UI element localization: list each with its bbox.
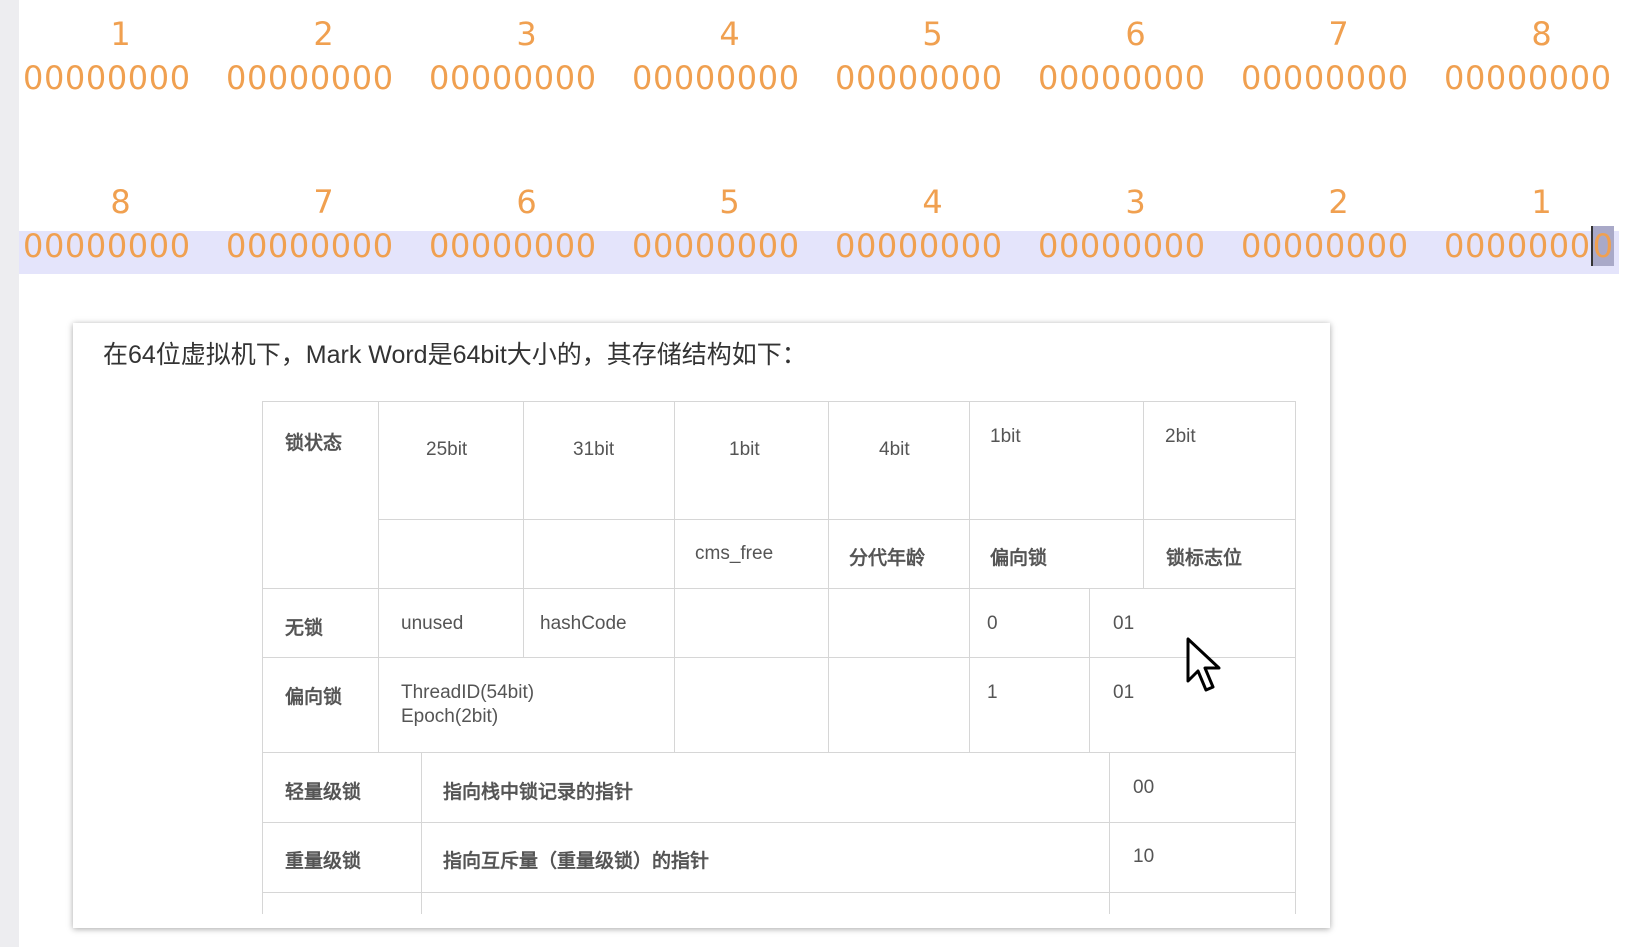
subheader-lock-flag: 锁标志位 — [1166, 548, 1243, 569]
byte-label: 5 — [922, 15, 943, 53]
byte-bits-last[interactable]: 00000000 — [1444, 226, 1614, 266]
row-no-lock-biased-bit: 0 — [987, 613, 998, 634]
subheader-biased: 偏向锁 — [990, 548, 1048, 569]
byte-label: 2 — [313, 15, 334, 53]
byte-label: 8 — [110, 183, 131, 221]
header-lock-state: 锁状态 — [285, 433, 343, 454]
byte-bits[interactable]: 00000000 — [835, 226, 1003, 266]
header-1bit-b: 1bit — [990, 426, 1021, 447]
table-rule — [263, 822, 1295, 823]
mouse-pointer-icon — [1186, 637, 1221, 692]
table-rule — [523, 402, 524, 657]
byte-label: 4 — [922, 183, 943, 221]
row-heavy-desc: 指向互斥量（重量级锁）的指针 — [443, 851, 710, 872]
row-light-desc: 指向栈中锁记录的指针 — [443, 782, 634, 803]
left-gutter — [0, 0, 19, 947]
row-biased-biased-bit: 1 — [987, 682, 998, 703]
byte-bits[interactable]: 00000000 — [23, 58, 191, 98]
mark-word-table: 锁状态 25bit 31bit 1bit 4bit 1bit 2bit cms_… — [262, 401, 1296, 914]
table-rule — [421, 752, 422, 914]
card-title: 在64位虚拟机下，Mark Word是64bit大小的，其存储结构如下： — [103, 341, 807, 369]
byte-bits[interactable]: 00000000 — [226, 226, 394, 266]
table-rule — [378, 402, 379, 752]
header-4bit: 4bit — [879, 439, 910, 460]
row-biased-flag: 01 — [1113, 682, 1135, 703]
table-rule — [263, 892, 1295, 893]
byte-label: 7 — [313, 183, 334, 221]
byte-label: 1 — [110, 15, 131, 53]
table-rule — [1089, 588, 1090, 752]
byte-label: 2 — [1328, 183, 1349, 221]
byte-bits-text[interactable]: 0000000 — [1444, 227, 1591, 265]
byte-label: 8 — [1531, 15, 1552, 53]
table-rule — [969, 402, 970, 752]
row-biased-name: 偏向锁 — [285, 687, 343, 708]
byte-label: 4 — [719, 15, 740, 53]
table-rule — [828, 402, 829, 752]
byte-bits[interactable]: 00000000 — [429, 58, 597, 98]
header-25bit: 25bit — [426, 439, 468, 460]
header-31bit: 31bit — [573, 439, 615, 460]
table-rule — [674, 402, 675, 752]
byte-bits[interactable]: 00000000 — [632, 226, 800, 266]
byte-bits[interactable]: 00000000 — [835, 58, 1003, 98]
byte-bits[interactable]: 00000000 — [1038, 58, 1206, 98]
byte-bits[interactable]: 00000000 — [1241, 58, 1409, 98]
byte-label: 6 — [1125, 15, 1146, 53]
row-no-lock-unused: unused — [401, 613, 464, 634]
byte-bits[interactable]: 00000000 — [226, 58, 394, 98]
row-biased-epoch: Epoch(2bit) — [401, 706, 499, 727]
byte-bits[interactable]: 00000000 — [23, 226, 191, 266]
byte-label: 6 — [516, 183, 537, 221]
byte-label: 3 — [516, 15, 537, 53]
byte-label: 5 — [719, 183, 740, 221]
row-no-lock-hashcode: hashCode — [540, 613, 627, 634]
byte-bits[interactable]: 00000000 — [632, 58, 800, 98]
subheader-cms-free: cms_free — [695, 543, 774, 564]
table-rule — [378, 519, 1295, 520]
table-rule — [263, 657, 1295, 658]
row-no-lock-flag: 01 — [1113, 613, 1135, 634]
byte-bits[interactable]: 00000000 — [1241, 226, 1409, 266]
byte-bits[interactable]: 00000000 — [429, 226, 597, 266]
byte-label: 1 — [1531, 183, 1552, 221]
table-rule — [263, 752, 1295, 753]
byte-bits[interactable]: 00000000 — [1038, 226, 1206, 266]
header-2bit: 2bit — [1165, 426, 1196, 447]
row-no-lock-name: 无锁 — [285, 618, 324, 639]
row-light-flag: 00 — [1133, 777, 1155, 798]
bit-row-1: 1 00000000 2 00000000 3 00000000 4 00000000 … — [19, 14, 1632, 104]
table-rule — [263, 588, 1295, 589]
byte-label: 7 — [1328, 15, 1349, 53]
subheader-age: 分代年龄 — [849, 548, 926, 569]
row-biased-threadid: ThreadID(54bit) — [401, 682, 535, 703]
table-rule — [1143, 402, 1144, 588]
table-rule — [1109, 752, 1110, 914]
row-heavy-flag: 10 — [1133, 846, 1155, 867]
row-light-name: 轻量级锁 — [285, 782, 362, 803]
row-heavy-name: 重量级锁 — [285, 851, 362, 872]
mark-word-image-card: 在64位虚拟机下，Mark Word是64bit大小的，其存储结构如下： 锁状态… — [73, 323, 1330, 928]
byte-label: 3 — [1125, 183, 1146, 221]
bit-row-2: 8 00000000 7 00000000 6 00000000 5 00000000 … — [19, 182, 1632, 277]
byte-bits[interactable]: 00000000 — [1444, 58, 1612, 98]
text-cursor-selection[interactable]: 0 — [1590, 226, 1614, 266]
header-1bit-a: 1bit — [729, 439, 760, 460]
